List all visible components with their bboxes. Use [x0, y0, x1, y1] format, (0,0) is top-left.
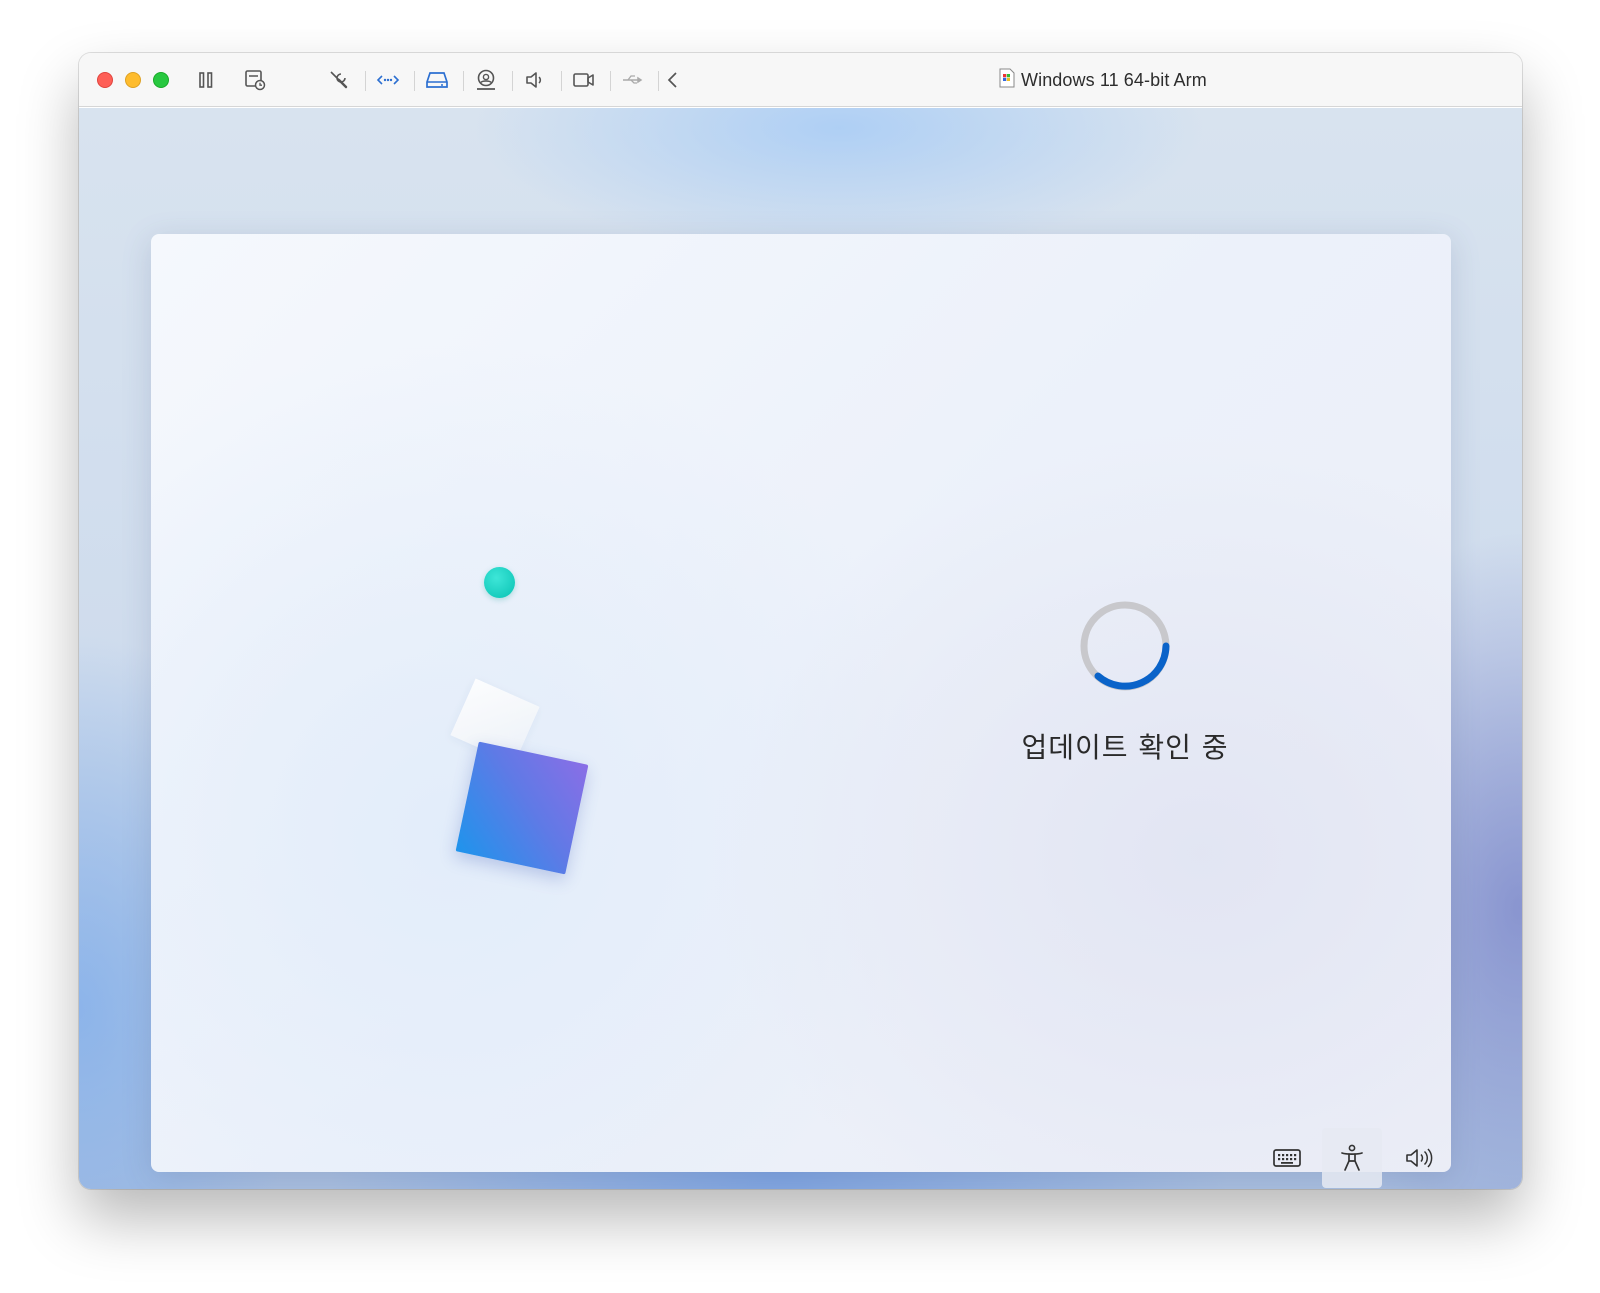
volume-icon[interactable] — [1389, 1128, 1449, 1188]
network-icon[interactable] — [375, 67, 401, 93]
vm-window: Windows 11 64-bit Arm — [79, 53, 1522, 1189]
setup-screen — [151, 234, 1451, 1172]
title-bar: Windows 11 64-bit Arm — [79, 53, 1522, 107]
loading-spinner — [1080, 601, 1170, 691]
vm-document-icon — [999, 68, 1015, 93]
usb-icon[interactable] — [620, 67, 646, 93]
video-camera-icon[interactable] — [571, 67, 597, 93]
accessibility-icon[interactable] — [1322, 1128, 1382, 1188]
camera-user-icon[interactable] — [473, 67, 499, 93]
snapshot-icon[interactable] — [242, 67, 268, 93]
settings-wrench-icon[interactable] — [326, 67, 352, 93]
status-text: 업데이트 확인 중 — [1021, 731, 1229, 764]
maximize-button[interactable] — [153, 72, 169, 88]
window-title: Windows 11 64-bit Arm — [999, 68, 1207, 92]
window-title-text: Windows 11 64-bit Arm — [1021, 69, 1207, 90]
close-button[interactable] — [97, 72, 113, 88]
vm-display[interactable] — [79, 108, 1522, 1189]
blue-square-decoration — [455, 741, 589, 875]
keyboard-icon[interactable] — [1257, 1128, 1317, 1188]
hard-disk-icon[interactable] — [424, 67, 450, 93]
pause-icon[interactable] — [193, 67, 219, 93]
minimize-button[interactable] — [125, 72, 141, 88]
teal-circle-decoration — [484, 567, 515, 598]
chevron-left-icon[interactable] — [663, 67, 683, 93]
sound-icon[interactable] — [522, 67, 548, 93]
